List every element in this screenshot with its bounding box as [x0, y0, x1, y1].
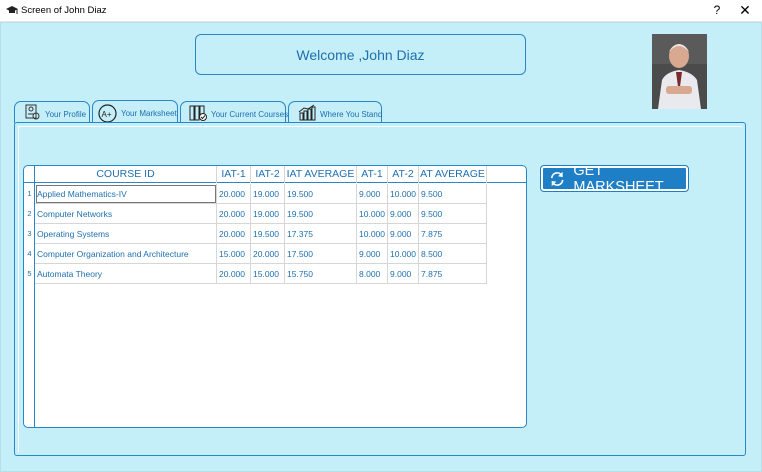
cell-at-average[interactable]: 9.500 — [419, 184, 487, 204]
tab-where-you-stand[interactable]: Where You Stand — [288, 101, 382, 123]
welcome-text: Welcome ,John Diaz — [296, 46, 425, 63]
row-number: 2 — [27, 209, 32, 218]
title-bar: Screen of John Diaz ? ✕ — [0, 0, 762, 22]
row-number: 1 — [27, 189, 32, 198]
cell-iat-2[interactable]: 19.500 — [251, 224, 285, 244]
cell-iat-average[interactable]: 17.500 — [285, 244, 357, 264]
cell-course-id[interactable]: Operating Systems — [35, 224, 217, 244]
marksheet-icon: A+ — [98, 104, 117, 123]
chart-icon — [298, 104, 316, 121]
row-number: 4 — [27, 249, 32, 258]
cell-at-1[interactable]: 10.000 — [357, 224, 388, 244]
tab-your-profile[interactable]: Your Profile — [14, 101, 90, 123]
cell-iat-2[interactable]: 19.000 — [251, 204, 285, 224]
courses-icon — [189, 105, 207, 121]
tab-your-current-courses[interactable]: Your Current Courses — [180, 101, 289, 123]
svg-text:A+: A+ — [102, 110, 112, 119]
cell-at-2[interactable]: 9.000 — [388, 224, 419, 244]
cell-iat-average[interactable]: 17.375 — [285, 224, 357, 244]
table-row[interactable]: 2 Computer Networks 20.000 19.000 19.500 10.0… — [24, 204, 487, 224]
cell-iat-2[interactable]: 19.000 — [251, 184, 285, 204]
cell-at-2[interactable]: 9.000 — [388, 264, 419, 284]
marksheet-table[interactable]: COURSE ID IAT-1 IAT-2 IAT AVERAGE AT-1 A… — [23, 165, 527, 428]
cell-at-1[interactable]: 8.000 — [357, 264, 388, 284]
table-row[interactable]: 3 Operating Systems 20.000 19.500 17.375 10.0… — [24, 224, 487, 244]
cell-at-average[interactable]: 7.875 — [419, 224, 487, 244]
column-header-at-2[interactable]: AT-2 — [388, 166, 419, 183]
row-number: 3 — [27, 229, 32, 238]
profile-icon — [25, 104, 40, 120]
cell-iat-average[interactable]: 19.500 — [285, 184, 357, 204]
table-row[interactable]: 1 Applied Mathematics-IV 20.000 19.000 19.50… — [24, 184, 487, 204]
cell-course-id[interactable]: Applied Mathematics-IV — [35, 184, 217, 204]
row-number: 5 — [27, 269, 32, 278]
column-header-iat-2[interactable]: IAT-2 — [251, 166, 285, 183]
graduation-cap-icon — [6, 6, 18, 14]
table-row[interactable]: 5 Automata Theory 20.000 15.000 15.750 8.000 9… — [24, 264, 487, 284]
tab-your-current-courses-label: Your Current Courses — [211, 110, 289, 119]
cell-course-id[interactable]: Automata Theory — [35, 264, 217, 284]
cell-iat-average[interactable]: 15.750 — [285, 264, 357, 284]
cell-at-1[interactable]: 10.000 — [357, 204, 388, 224]
cell-iat-1[interactable]: 20.000 — [217, 184, 251, 204]
cell-course-id[interactable]: Computer Organization and Architecture — [35, 244, 217, 264]
user-photo-icon — [652, 34, 707, 109]
tab-where-you-stand-label: Where You Stand — [320, 110, 383, 119]
column-header-course-id[interactable]: COURSE ID — [35, 166, 217, 183]
tab-your-marksheet-label: Your Marksheet — [121, 109, 177, 118]
column-header-iat-average[interactable]: IAT AVERAGE — [285, 166, 357, 183]
cell-at-average[interactable]: 9.500 — [419, 204, 487, 224]
close-button[interactable]: ✕ — [738, 2, 752, 19]
cell-iat-1[interactable]: 20.000 — [217, 224, 251, 244]
cell-iat-2[interactable]: 15.000 — [251, 264, 285, 284]
get-marksheet-label: GET MARKSHEET — [573, 162, 664, 195]
cell-iat-1[interactable]: 15.000 — [217, 244, 251, 264]
cell-at-2[interactable]: 10.000 — [388, 244, 419, 264]
cell-iat-1[interactable]: 20.000 — [217, 204, 251, 224]
cell-at-average[interactable]: 7.875 — [419, 264, 487, 284]
column-header-at-average[interactable]: AT AVERAGE — [419, 166, 487, 183]
tab-your-profile-label: Your Profile — [45, 110, 87, 119]
cell-at-2[interactable]: 10.000 — [388, 184, 419, 204]
cell-at-1[interactable]: 9.000 — [357, 244, 388, 264]
cell-course-id[interactable]: Computer Networks — [35, 204, 217, 224]
column-header-iat-1[interactable]: IAT-1 — [217, 166, 251, 183]
column-header-at-1[interactable]: AT-1 — [357, 166, 388, 183]
refresh-icon — [550, 171, 564, 186]
cell-at-1[interactable]: 9.000 — [357, 184, 388, 204]
table-header: COURSE ID IAT-1 IAT-2 IAT AVERAGE AT-1 A… — [24, 166, 526, 183]
welcome-banner: Welcome ,John Diaz — [195, 34, 526, 75]
cell-iat-2[interactable]: 20.000 — [251, 244, 285, 264]
get-marksheet-button[interactable]: GET MARKSHEET — [540, 163, 689, 195]
window-title: Screen of John Diaz — [21, 5, 107, 16]
avatar — [652, 34, 707, 109]
tab-your-marksheet[interactable]: A+ Your Marksheet — [92, 100, 178, 123]
cell-at-average[interactable]: 8.500 — [419, 244, 487, 264]
help-button[interactable]: ? — [710, 3, 724, 17]
table-row[interactable]: 4 Computer Organization and Architecture 1… — [24, 244, 487, 264]
cell-iat-average[interactable]: 19.500 — [285, 204, 357, 224]
cell-iat-1[interactable]: 20.000 — [217, 264, 251, 284]
cell-at-2[interactable]: 9.000 — [388, 204, 419, 224]
